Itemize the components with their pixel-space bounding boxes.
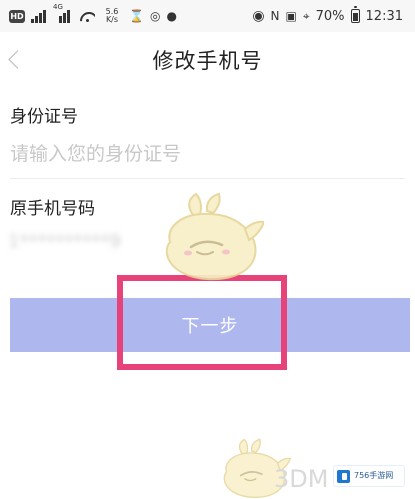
hd-icon: HD [9, 9, 25, 23]
signal-icon [31, 9, 49, 23]
next-step-button[interactable]: 下一步 [10, 298, 410, 352]
signal-icon: 4G [53, 4, 73, 23]
location-icon: ⌖ [302, 9, 310, 23]
clock: 12:31 [365, 8, 403, 24]
network-speed: 5.6 K/s [105, 7, 119, 24]
id-number-input[interactable] [10, 137, 404, 171]
vibrate-icon: ▣ [285, 9, 297, 23]
phone-screen: HD 4G 5.6 K/s ⌛ ◎ ● ◉ N ▣ ⌖ 70% 12:31 修改… [0, 0, 415, 499]
navigation-bar: 修改手机号 [0, 32, 415, 90]
site-watermark-badge: 756手游网 [334, 466, 404, 486]
network-label: 4G [53, 3, 63, 11]
status-bar-right: ◉ N ▣ ⌖ 70% 12:31 [252, 6, 403, 25]
hourglass-icon: ⌛ [129, 9, 144, 23]
battery-percentage: 70% [315, 8, 345, 24]
page-title: 修改手机号 [152, 49, 263, 73]
nfc-icon: N [270, 9, 280, 23]
original-phone-value: 1**********9 [8, 231, 121, 252]
original-phone-label: 原手机号码 [10, 199, 95, 219]
site-watermark-text: 756手游网 [354, 471, 394, 480]
battery-icon [350, 6, 360, 23]
id-number-divider [10, 178, 405, 179]
status-bar: HD 4G 5.6 K/s ⌛ ◎ ● ◉ N ▣ ⌖ 70% 12:31 [0, 0, 415, 32]
site-logo-icon [337, 469, 350, 483]
wifi-icon [79, 9, 95, 23]
3dm-watermark: 3DM [274, 465, 329, 493]
alarm-icon: ◎ [149, 9, 161, 23]
status-bar-left: HD 4G 5.6 K/s ⌛ ◎ ● [9, 4, 177, 25]
eye-icon: ◉ [252, 8, 265, 24]
mascot-watermark [165, 192, 264, 281]
chat-icon: ● [166, 9, 177, 23]
id-number-label: 身份证号 [10, 107, 78, 127]
